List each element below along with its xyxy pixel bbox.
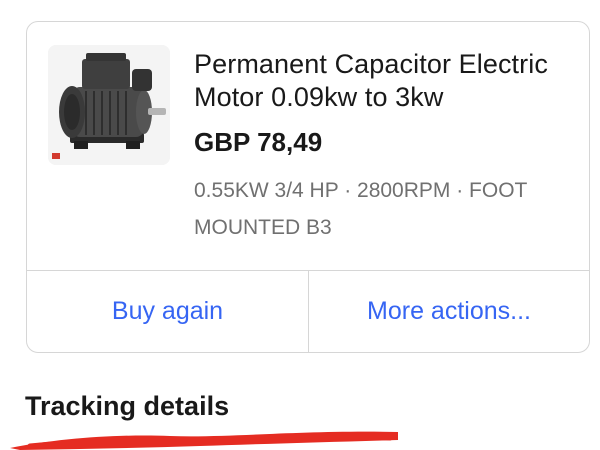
motor-illustration xyxy=(48,45,170,165)
buy-again-button[interactable]: Buy again xyxy=(27,271,308,352)
tracking-details-heading: Tracking details xyxy=(25,391,230,421)
product-price: GBP 78,49 xyxy=(194,127,323,157)
product-variant: 0.55KW 3/4 HP · 2800RPM · FOOT MOUNTED B… xyxy=(194,179,528,239)
redaction-scribble xyxy=(10,431,398,450)
product-title[interactable]: Permanent Capacitor Electric Motor 0.09k… xyxy=(194,48,579,114)
order-item-card: Permanent Capacitor Electric Motor 0.09k… xyxy=(26,21,590,353)
more-actions-button[interactable]: More actions... xyxy=(309,271,589,352)
product-image[interactable] xyxy=(48,45,170,165)
